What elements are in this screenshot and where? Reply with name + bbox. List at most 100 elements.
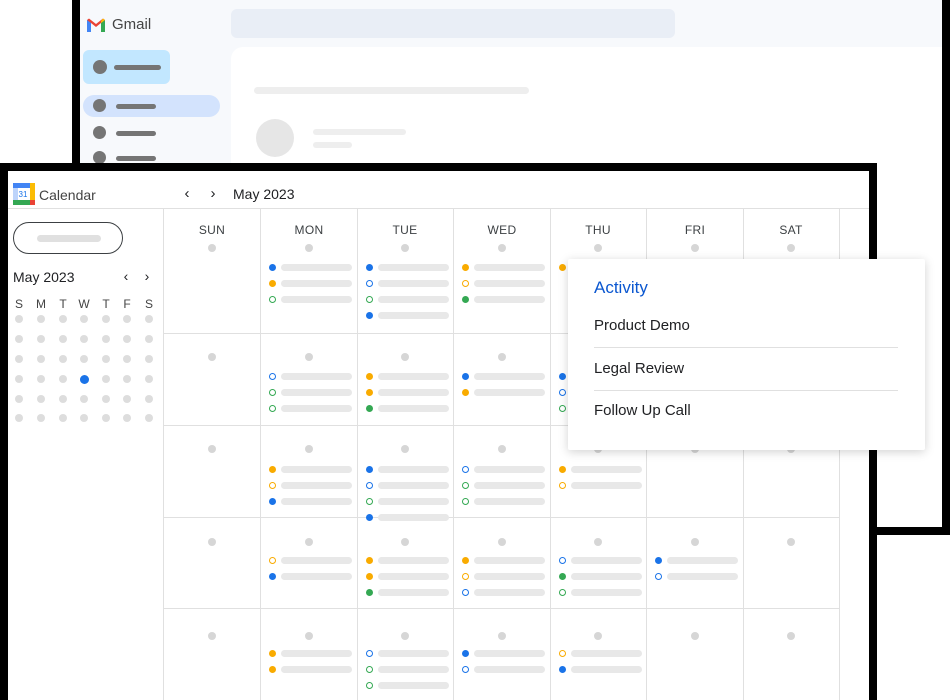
event-chip[interactable]	[281, 482, 352, 489]
mini-day[interactable]	[102, 315, 110, 323]
day-number-placeholder[interactable]	[401, 353, 409, 361]
chevron-left-icon[interactable]: ‹	[180, 186, 194, 202]
gmail-search-bar[interactable]	[231, 9, 675, 38]
day-number-placeholder[interactable]	[305, 632, 313, 640]
mini-day[interactable]	[80, 414, 88, 422]
mini-day[interactable]	[37, 375, 45, 383]
event-chip[interactable]	[378, 650, 449, 657]
event-chip[interactable]	[378, 482, 449, 489]
day-number-placeholder[interactable]	[401, 632, 409, 640]
event-chip[interactable]	[474, 650, 545, 657]
day-number-placeholder[interactable]	[691, 632, 699, 640]
mini-day[interactable]	[145, 355, 153, 363]
mini-day[interactable]	[145, 414, 153, 422]
mini-day[interactable]	[37, 395, 45, 403]
event-chip[interactable]	[378, 312, 449, 319]
event-chip[interactable]	[474, 373, 545, 380]
day-number-placeholder[interactable]	[305, 445, 313, 453]
event-chip[interactable]	[378, 573, 449, 580]
mini-day[interactable]	[123, 414, 131, 422]
mini-day[interactable]	[59, 315, 67, 323]
event-chip[interactable]	[474, 280, 545, 287]
event-chip[interactable]	[281, 573, 352, 580]
day-number-placeholder[interactable]	[787, 538, 795, 546]
event-chip[interactable]	[378, 682, 449, 689]
event-chip[interactable]	[281, 389, 352, 396]
popup-item-product-demo[interactable]: Product Demo	[594, 307, 898, 349]
event-chip[interactable]	[378, 296, 449, 303]
event-chip[interactable]	[378, 557, 449, 564]
day-number-placeholder[interactable]	[787, 244, 795, 252]
mini-day[interactable]	[145, 315, 153, 323]
mini-day[interactable]	[59, 395, 67, 403]
mini-day[interactable]	[59, 355, 67, 363]
mini-day[interactable]	[102, 375, 110, 383]
day-number-placeholder[interactable]	[305, 353, 313, 361]
event-chip[interactable]	[571, 466, 642, 473]
event-chip[interactable]	[378, 498, 449, 505]
event-chip[interactable]	[474, 296, 545, 303]
mini-chevron-left-icon[interactable]: ‹	[120, 268, 132, 284]
day-number-placeholder[interactable]	[208, 353, 216, 361]
event-chip[interactable]	[378, 373, 449, 380]
event-chip[interactable]	[474, 466, 545, 473]
event-chip[interactable]	[378, 466, 449, 473]
event-chip[interactable]	[281, 650, 352, 657]
event-chip[interactable]	[378, 514, 449, 521]
day-number-placeholder[interactable]	[498, 445, 506, 453]
event-chip[interactable]	[571, 650, 642, 657]
event-chip[interactable]	[474, 589, 545, 596]
mini-day[interactable]	[145, 335, 153, 343]
day-number-placeholder[interactable]	[208, 632, 216, 640]
mini-day[interactable]	[15, 395, 23, 403]
event-chip[interactable]	[281, 405, 352, 412]
mini-day[interactable]	[15, 335, 23, 343]
mini-day[interactable]	[59, 414, 67, 422]
event-chip[interactable]	[281, 264, 352, 271]
day-number-placeholder[interactable]	[498, 538, 506, 546]
event-chip[interactable]	[378, 666, 449, 673]
event-chip[interactable]	[571, 557, 642, 564]
mini-day[interactable]	[145, 395, 153, 403]
event-chip[interactable]	[571, 589, 642, 596]
mini-day[interactable]	[123, 375, 131, 383]
day-number-placeholder[interactable]	[691, 244, 699, 252]
event-chip[interactable]	[281, 666, 352, 673]
event-chip[interactable]	[571, 482, 642, 489]
mini-day[interactable]	[15, 355, 23, 363]
mini-day[interactable]	[123, 355, 131, 363]
sidebar-item[interactable]	[83, 122, 220, 144]
mini-day[interactable]	[102, 335, 110, 343]
event-chip[interactable]	[474, 482, 545, 489]
event-chip[interactable]	[474, 573, 545, 580]
mini-day[interactable]	[80, 335, 88, 343]
mini-day[interactable]	[145, 375, 153, 383]
compose-button[interactable]	[83, 50, 170, 84]
event-chip[interactable]	[474, 389, 545, 396]
day-number-placeholder[interactable]	[594, 244, 602, 252]
event-chip[interactable]	[474, 264, 545, 271]
mini-day[interactable]	[80, 315, 88, 323]
event-chip[interactable]	[571, 666, 642, 673]
mini-day[interactable]	[37, 335, 45, 343]
mini-day[interactable]	[102, 395, 110, 403]
day-number-placeholder[interactable]	[208, 538, 216, 546]
event-chip[interactable]	[667, 557, 738, 564]
mini-day[interactable]	[123, 395, 131, 403]
day-number-placeholder[interactable]	[401, 445, 409, 453]
sidebar-item-inbox[interactable]	[83, 95, 220, 117]
mini-day[interactable]	[37, 355, 45, 363]
day-number-placeholder[interactable]	[305, 244, 313, 252]
day-number-placeholder[interactable]	[691, 538, 699, 546]
mini-day[interactable]	[15, 315, 23, 323]
event-chip[interactable]	[474, 666, 545, 673]
mini-day-today[interactable]	[79, 374, 89, 384]
mini-day[interactable]	[123, 315, 131, 323]
mini-day[interactable]	[102, 414, 110, 422]
event-chip[interactable]	[378, 280, 449, 287]
day-number-placeholder[interactable]	[787, 632, 795, 640]
day-number-placeholder[interactable]	[305, 538, 313, 546]
event-chip[interactable]	[474, 498, 545, 505]
event-chip[interactable]	[281, 498, 352, 505]
popup-item-follow-up-call[interactable]: Follow Up Call	[594, 392, 898, 434]
